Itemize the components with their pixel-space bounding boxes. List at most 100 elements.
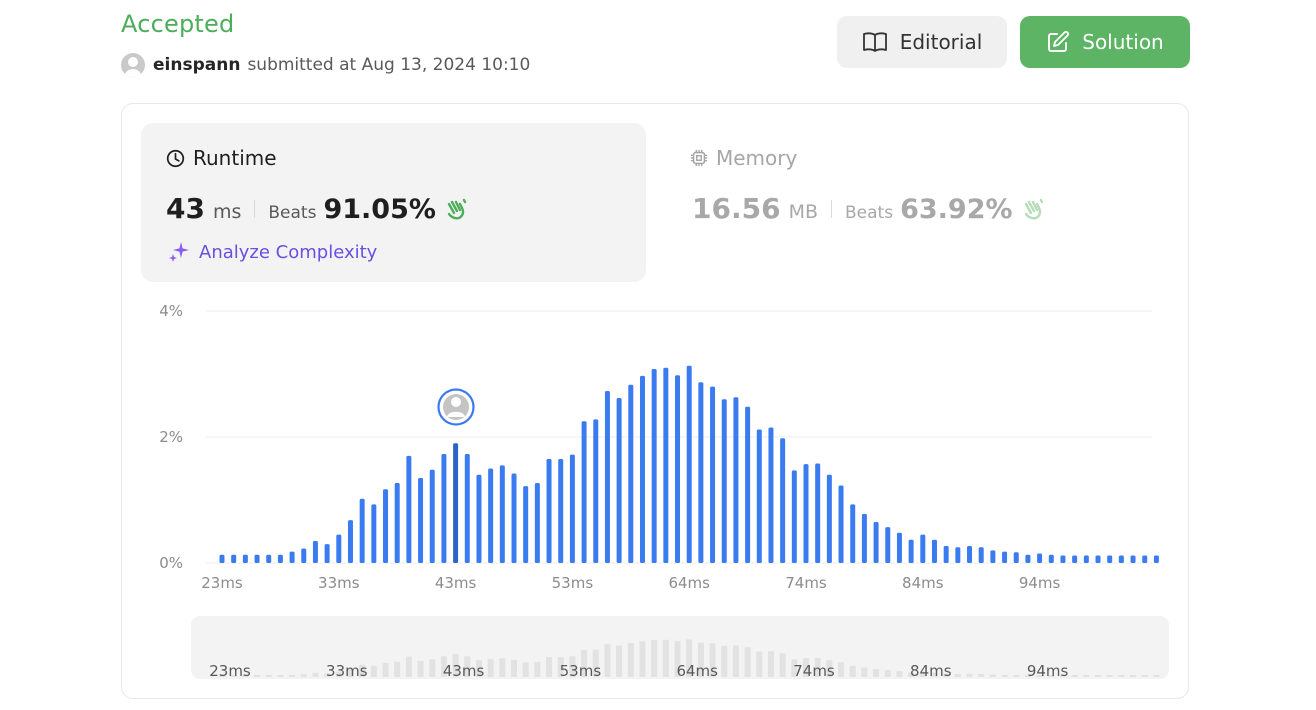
overview-bar xyxy=(861,667,868,677)
runtime-bar[interactable] xyxy=(990,550,996,563)
user-position-marker[interactable] xyxy=(437,388,475,426)
runtime-bar[interactable] xyxy=(780,438,786,563)
overview-bar xyxy=(429,659,436,677)
runtime-bar[interactable] xyxy=(686,365,692,563)
runtime-bar[interactable] xyxy=(675,375,681,563)
x-tick-label: 33ms xyxy=(318,574,360,592)
runtime-bar[interactable] xyxy=(651,368,657,563)
runtime-bar[interactable] xyxy=(943,545,949,563)
runtime-bar[interactable] xyxy=(523,486,529,563)
y-tick-label: 0% xyxy=(159,554,183,572)
runtime-bar[interactable] xyxy=(861,513,867,563)
runtime-bar[interactable] xyxy=(254,554,260,563)
runtime-bar[interactable] xyxy=(429,469,435,563)
runtime-bar[interactable] xyxy=(1142,555,1148,563)
runtime-bar[interactable] xyxy=(1060,555,1066,563)
runtime-bar[interactable] xyxy=(733,397,739,563)
runtime-bar[interactable] xyxy=(1095,555,1101,563)
runtime-bar[interactable] xyxy=(336,534,342,563)
runtime-distribution-chart: 0%2%4% 23ms 33ms 43ms 53ms 64ms 74ms 84ms 94ms … xyxy=(159,302,1169,680)
runtime-bar[interactable] xyxy=(581,421,587,563)
runtime-bar[interactable] xyxy=(908,539,914,563)
runtime-bar[interactable] xyxy=(359,498,365,563)
runtime-bar[interactable] xyxy=(803,464,809,563)
runtime-bar[interactable] xyxy=(371,504,377,563)
runtime-bar[interactable] xyxy=(1118,555,1124,563)
runtime-bar[interactable] xyxy=(1130,555,1136,563)
runtime-bar[interactable] xyxy=(826,474,832,563)
runtime-bar[interactable] xyxy=(476,474,482,563)
runtime-bar[interactable] xyxy=(1153,555,1159,563)
runtime-bar[interactable] xyxy=(511,473,517,563)
overview-bar xyxy=(604,644,611,677)
runtime-bar[interactable] xyxy=(850,504,856,563)
runtime-bar[interactable] xyxy=(1037,553,1043,563)
runtime-bar[interactable] xyxy=(1002,551,1008,563)
overview-bar xyxy=(1118,675,1125,677)
overview-bar xyxy=(546,657,553,677)
overview-bar xyxy=(779,653,786,677)
runtime-bar[interactable] xyxy=(289,551,295,563)
runtime-bar[interactable] xyxy=(383,489,389,563)
runtime-bar[interactable] xyxy=(663,367,669,563)
overview-bar xyxy=(978,674,985,677)
runtime-bar[interactable] xyxy=(499,465,505,563)
x-tick-label: 43ms xyxy=(435,574,477,592)
overview-bar xyxy=(289,674,296,677)
runtime-bar[interactable] xyxy=(838,485,844,563)
runtime-bar[interactable] xyxy=(978,547,984,563)
runtime-bar[interactable] xyxy=(569,454,575,563)
runtime-bar[interactable] xyxy=(277,554,283,563)
runtime-bar[interactable] xyxy=(488,468,494,564)
overview-bar xyxy=(721,645,728,677)
runtime-bar[interactable] xyxy=(896,532,902,563)
runtime-bar[interactable] xyxy=(324,544,330,563)
runtime-bar[interactable] xyxy=(1107,555,1113,563)
runtime-bar[interactable] xyxy=(242,554,248,563)
runtime-bar[interactable] xyxy=(698,382,704,563)
runtime-bar[interactable] xyxy=(1083,555,1089,563)
runtime-bar[interactable] xyxy=(791,470,797,563)
overview-bar xyxy=(370,665,377,677)
runtime-bar[interactable] xyxy=(347,520,353,563)
runtime-bar[interactable] xyxy=(920,534,926,563)
runtime-bar[interactable] xyxy=(418,477,424,563)
overview-bar xyxy=(966,673,973,677)
runtime-bar[interactable] xyxy=(604,391,610,563)
runtime-bar[interactable] xyxy=(464,454,470,563)
runtime-bar[interactable] xyxy=(931,539,937,563)
runtime-bar[interactable] xyxy=(558,459,564,563)
runtime-bar[interactable] xyxy=(745,406,751,563)
runtime-bar[interactable] xyxy=(266,554,272,563)
runtime-bar[interactable] xyxy=(616,397,622,563)
runtime-bar[interactable] xyxy=(394,482,400,563)
runtime-bar[interactable] xyxy=(219,554,225,563)
runtime-bar[interactable] xyxy=(628,384,634,563)
runtime-bar[interactable] xyxy=(406,455,412,563)
runtime-bar[interactable] xyxy=(441,454,447,563)
runtime-bar[interactable] xyxy=(593,419,599,563)
runtime-bar[interactable] xyxy=(301,548,307,563)
runtime-bar[interactable] xyxy=(231,554,237,563)
runtime-bar[interactable] xyxy=(639,375,645,563)
runtime-bar[interactable] xyxy=(815,463,821,563)
overview-tick-label: 43ms xyxy=(443,662,485,680)
runtime-bar[interactable] xyxy=(873,522,879,563)
runtime-bar[interactable] xyxy=(756,429,762,563)
overview-bar xyxy=(1083,675,1090,677)
runtime-bar[interactable] xyxy=(885,527,891,563)
runtime-bar[interactable] xyxy=(546,459,552,563)
runtime-bar[interactable] xyxy=(453,443,459,563)
runtime-bar[interactable] xyxy=(1013,552,1019,563)
runtime-bar[interactable] xyxy=(967,545,973,563)
runtime-bar[interactable] xyxy=(534,482,540,563)
runtime-bar[interactable] xyxy=(312,540,318,563)
overview-tick-label: 74ms xyxy=(793,662,835,680)
runtime-bar[interactable] xyxy=(710,386,716,563)
runtime-bar[interactable] xyxy=(1048,554,1054,563)
runtime-bar[interactable] xyxy=(1072,555,1078,563)
runtime-bar[interactable] xyxy=(721,399,727,563)
runtime-bar[interactable] xyxy=(768,427,774,563)
runtime-bar[interactable] xyxy=(1025,554,1031,563)
runtime-bar[interactable] xyxy=(955,547,961,563)
